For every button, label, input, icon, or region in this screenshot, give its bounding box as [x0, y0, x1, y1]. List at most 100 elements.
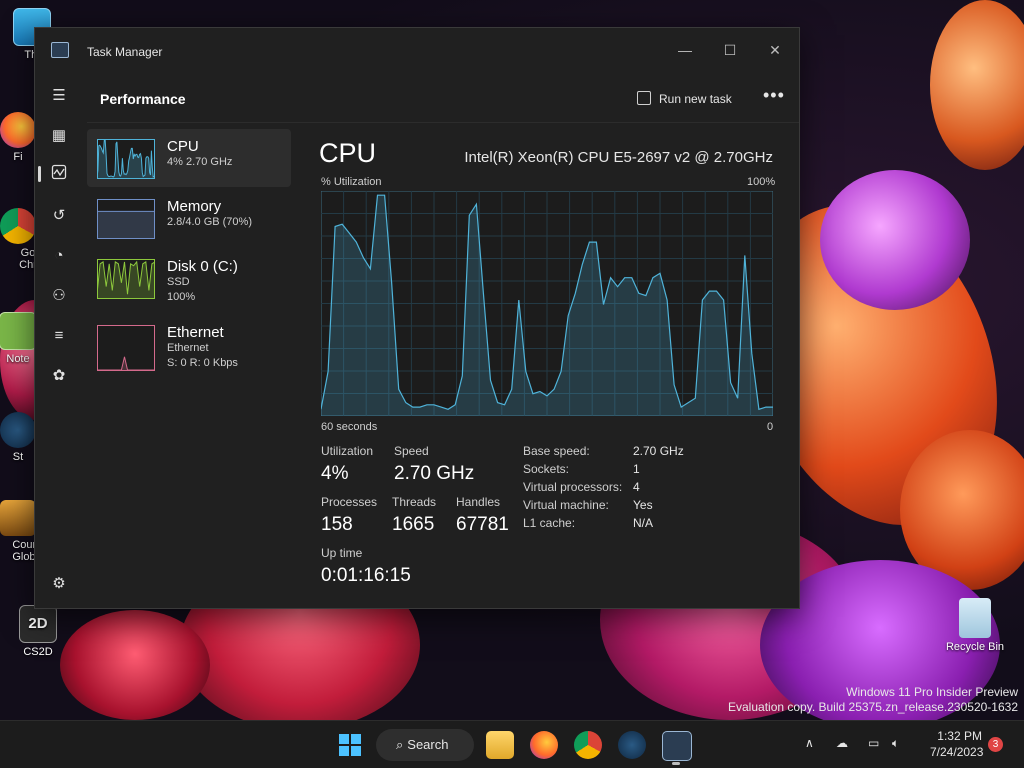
- more-options-button[interactable]: •••: [763, 85, 785, 106]
- notification-badge[interactable]: 3: [988, 737, 1003, 752]
- desktop-icon-label: Note: [6, 353, 30, 365]
- spec-value: 4: [633, 480, 640, 494]
- firefox-icon: [0, 112, 36, 148]
- display-icon[interactable]: ▭: [868, 736, 879, 750]
- windows-watermark: Windows 11 Pro Insider Preview Evaluatio…: [728, 685, 1018, 715]
- spec-value: N/A: [633, 516, 654, 530]
- maximize-button[interactable]: ☐: [715, 36, 745, 64]
- page-title: Performance: [100, 91, 186, 107]
- app-history-icon[interactable]: ↺: [43, 200, 75, 232]
- desktop-icon-label: Recycle Bin: [945, 641, 1005, 653]
- desktop-icon-cs2d[interactable]: 2D CS2D: [8, 605, 68, 658]
- users-icon[interactable]: ⚇: [43, 280, 75, 312]
- nav-active-indicator: [38, 166, 41, 182]
- handles-label: Handles: [456, 495, 501, 509]
- perf-item-detail: 2.8/4.0 GB (70%): [167, 216, 252, 228]
- page-header: Performance Run new task •••: [87, 72, 799, 123]
- windows-start-icon: [339, 734, 361, 756]
- nav-rail: ☰ ▦ ↺ ◔ ⚇ ≡ ✿ ⚙: [35, 72, 83, 608]
- perf-item-ethernet[interactable]: Ethernet Ethernet S: 0 R: 0 Kbps: [87, 315, 291, 373]
- settings-icon[interactable]: ⚙: [43, 568, 75, 600]
- spec-key: Sockets:: [523, 462, 570, 476]
- counter-strike-icon: [0, 500, 36, 536]
- y-axis-max: 100%: [747, 176, 776, 188]
- cs2d-icon: 2D: [19, 605, 57, 643]
- start-button[interactable]: [336, 731, 364, 759]
- spec-value: Yes: [633, 498, 653, 512]
- processes-icon[interactable]: ▦: [43, 120, 75, 152]
- uptime-label: Up time: [321, 546, 363, 560]
- x-axis-min: 0: [767, 421, 774, 433]
- details-icon[interactable]: ≡: [43, 320, 75, 352]
- speed-value: 2.70 GHz: [394, 463, 475, 484]
- handles-value: 67781: [456, 514, 509, 535]
- title-bar[interactable]: Task Manager — ☐ ✕: [35, 28, 799, 72]
- cpu-utilization-graph: [321, 191, 773, 416]
- desktop-icon-label: Fi: [13, 151, 23, 163]
- processes-value: 158: [321, 514, 353, 535]
- menu-icon[interactable]: ☰: [43, 80, 75, 112]
- utilization-value: 4%: [321, 463, 349, 484]
- network-icon[interactable]: ☁: [836, 736, 848, 750]
- cpu-thumbnail-graph: [97, 139, 155, 179]
- perf-item-memory[interactable]: Memory 2.8/4.0 GB (70%): [87, 189, 291, 247]
- perf-item-cpu[interactable]: CPU 4% 2.70 GHz: [87, 129, 291, 187]
- spec-key: Virtual processors:: [523, 480, 623, 494]
- show-hidden-icons-button[interactable]: ∧: [805, 736, 814, 750]
- recycle-bin-icon: [959, 598, 991, 638]
- window-title: Task Manager: [87, 45, 163, 59]
- perf-item-detail: Ethernet: [167, 342, 209, 354]
- perf-item-name: Disk 0 (C:): [167, 258, 238, 275]
- run-task-icon: [637, 91, 651, 105]
- processes-label: Processes: [321, 495, 378, 509]
- search-icon: ⌕: [396, 737, 404, 752]
- spec-value: 1: [633, 462, 640, 476]
- taskbar: ⌕ Search ∧ ☁ ▭ 🔈︎ 1:32 PM 7/24/2023 3: [0, 720, 1024, 768]
- y-axis-label: % Utilization: [321, 176, 382, 188]
- memory-thumbnail-graph: [97, 199, 155, 239]
- close-button[interactable]: ✕: [760, 36, 790, 64]
- services-icon[interactable]: ✿: [43, 360, 75, 392]
- spec-value: 2.70 GHz: [633, 444, 684, 458]
- threads-label: Threads: [392, 495, 437, 509]
- search-box[interactable]: ⌕ Search: [376, 729, 474, 761]
- watermark-line: Evaluation copy. Build 25375.zn_release.…: [728, 700, 1018, 714]
- run-new-task-button[interactable]: Run new task: [637, 87, 732, 111]
- task-manager-icon: [51, 42, 69, 58]
- thumb-fill: [97, 211, 155, 239]
- chrome-taskbar-icon[interactable]: [574, 731, 602, 759]
- chrome-icon: [0, 208, 36, 244]
- perf-item-detail: SSD: [167, 276, 190, 288]
- firefox-taskbar-icon[interactable]: [530, 731, 558, 759]
- running-indicator: [672, 762, 680, 765]
- spec-key: Virtual machine:: [523, 498, 609, 512]
- perf-item-detail: 4% 2.70 GHz: [167, 156, 233, 168]
- file-explorer-icon[interactable]: [486, 731, 514, 759]
- search-label: Search: [407, 737, 449, 752]
- task-manager-taskbar-icon[interactable]: [662, 731, 692, 761]
- spec-key: L1 cache:: [523, 516, 576, 530]
- perf-item-disk[interactable]: Disk 0 (C:) SSD 100%: [87, 249, 291, 307]
- spec-key: Base speed:: [523, 444, 590, 458]
- perf-item-name: Ethernet: [167, 324, 224, 341]
- clock[interactable]: 1:32 PM 7/24/2023: [930, 729, 984, 759]
- clock-time: 1:32 PM: [937, 729, 982, 743]
- volume-icon[interactable]: 🔈︎: [892, 736, 899, 751]
- ethernet-thumbnail-graph: [97, 325, 155, 371]
- speed-label: Speed: [394, 444, 429, 458]
- desktop-icon-recycle-bin[interactable]: Recycle Bin: [940, 598, 1010, 653]
- threads-value: 1665: [392, 514, 435, 535]
- performance-icon[interactable]: [43, 160, 75, 192]
- startup-apps-icon[interactable]: ◔: [43, 240, 75, 272]
- perf-item-name: Memory: [167, 198, 222, 215]
- utilization-label: Utilization: [321, 444, 374, 458]
- disk-thumbnail-graph: [97, 259, 155, 299]
- cpu-title: CPU: [319, 138, 377, 168]
- perf-item-detail: 100%: [167, 291, 196, 303]
- run-new-task-label: Run new task: [659, 92, 732, 106]
- desktop-icon-label: St: [12, 451, 24, 463]
- clock-date: 7/24/2023: [930, 745, 984, 759]
- minimize-button[interactable]: —: [670, 36, 700, 64]
- notepad-icon: [0, 312, 37, 350]
- steam-taskbar-icon[interactable]: [618, 731, 646, 759]
